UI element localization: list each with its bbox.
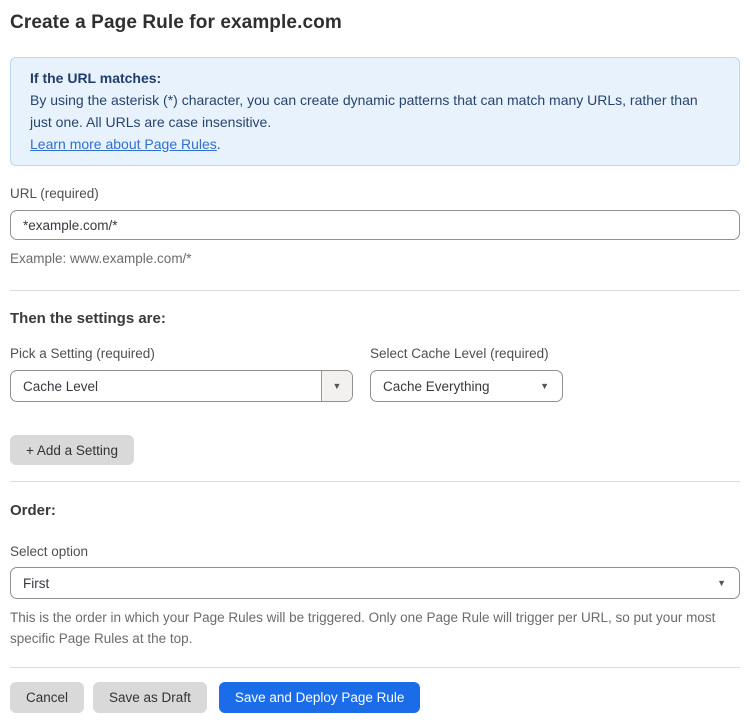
order-select-value: First — [23, 575, 50, 591]
learn-more-link[interactable]: Learn more about Page Rules — [30, 136, 217, 152]
save-as-draft-button[interactable]: Save as Draft — [93, 682, 207, 713]
save-and-deploy-button[interactable]: Save and Deploy Page Rule — [218, 682, 421, 713]
url-input[interactable] — [10, 210, 740, 240]
info-box-link-line: Learn more about Page Rules. — [30, 133, 720, 155]
section-divider — [10, 290, 740, 291]
order-select-dropdown[interactable]: First ▼ — [10, 567, 740, 599]
chevron-down-icon: ▼ — [540, 380, 549, 391]
cache-level-dropdown[interactable]: Cache Everything ▼ — [370, 370, 563, 402]
url-field-label: URL (required) — [10, 186, 99, 201]
cache-level-label: Select Cache Level (required) — [370, 346, 549, 361]
url-example-helper: Example: www.example.com/* — [10, 251, 192, 266]
page-title: Create a Page Rule for example.com — [10, 12, 342, 33]
order-helper-text: This is the order in which your Page Rul… — [10, 610, 716, 646]
setting-picker-value: Cache Level — [23, 378, 99, 394]
order-select-label: Select option — [10, 544, 89, 559]
setting-picker-arrow-segment[interactable]: ▼ — [321, 371, 352, 401]
create-page-rule-form: Create a Page Rule for example.com If th… — [0, 0, 750, 723]
settings-row: Pick a Setting (required) Cache Level ▼ … — [10, 346, 740, 402]
order-arrow-wrap: ▼ — [717, 577, 739, 588]
footer-divider — [10, 667, 740, 668]
info-box-heading: If the URL matches: — [30, 70, 162, 86]
add-setting-button[interactable]: + Add a Setting — [10, 435, 134, 465]
link-period: . — [216, 136, 221, 152]
setting-picker-label: Pick a Setting (required) — [10, 346, 155, 361]
cache-level-value: Cache Everything — [383, 378, 490, 394]
order-section-heading: Order: — [10, 502, 56, 519]
url-match-info-box: If the URL matches: By using the asteris… — [10, 57, 740, 166]
chevron-down-icon: ▼ — [717, 577, 726, 588]
setting-picker-column: Pick a Setting (required) Cache Level ▼ — [10, 346, 353, 402]
setting-picker-dropdown[interactable]: Cache Level ▼ — [10, 370, 353, 402]
section-divider — [10, 481, 740, 482]
cache-level-column: Select Cache Level (required) Cache Ever… — [370, 346, 563, 402]
cache-level-arrow-wrap: ▼ — [540, 380, 562, 391]
settings-section-heading: Then the settings are: — [10, 310, 166, 327]
cancel-button[interactable]: Cancel — [10, 682, 85, 713]
footer-actions: Cancel Save as Draft Save and Deploy Pag… — [10, 682, 740, 713]
info-box-body: By using the asterisk (*) character, you… — [30, 92, 698, 130]
chevron-down-icon: ▼ — [332, 380, 342, 391]
